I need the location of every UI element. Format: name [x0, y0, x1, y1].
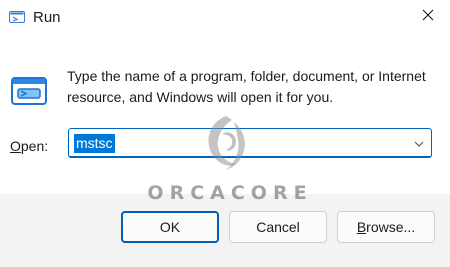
close-icon: [422, 8, 434, 26]
open-input-value[interactable]: mstsc: [74, 134, 115, 153]
dialog-description: Type the name of a program, folder, docu…: [67, 68, 426, 105]
open-label: Open:: [10, 138, 48, 154]
cancel-button[interactable]: Cancel: [229, 211, 327, 243]
title-bar[interactable]: Run: [0, 0, 450, 36]
chevron-down-icon[interactable]: [413, 137, 425, 149]
browse-button[interactable]: Browse...: [337, 211, 435, 243]
browse-button-mnemonic: B: [356, 219, 367, 235]
orcacore-logo-icon: [198, 112, 254, 176]
window-title: Run: [33, 9, 61, 26]
open-label-text: pen:: [20, 138, 49, 154]
browse-button-text: rowse...: [366, 219, 416, 235]
watermark-text: ORCACORE: [147, 182, 313, 204]
open-label-mnemonic: O: [10, 138, 21, 154]
run-program-icon: [11, 76, 47, 106]
watermark: ORCACORE: [145, 112, 315, 212]
run-icon: [9, 10, 25, 24]
close-button[interactable]: [412, 4, 444, 30]
ok-button[interactable]: OK: [121, 211, 219, 243]
